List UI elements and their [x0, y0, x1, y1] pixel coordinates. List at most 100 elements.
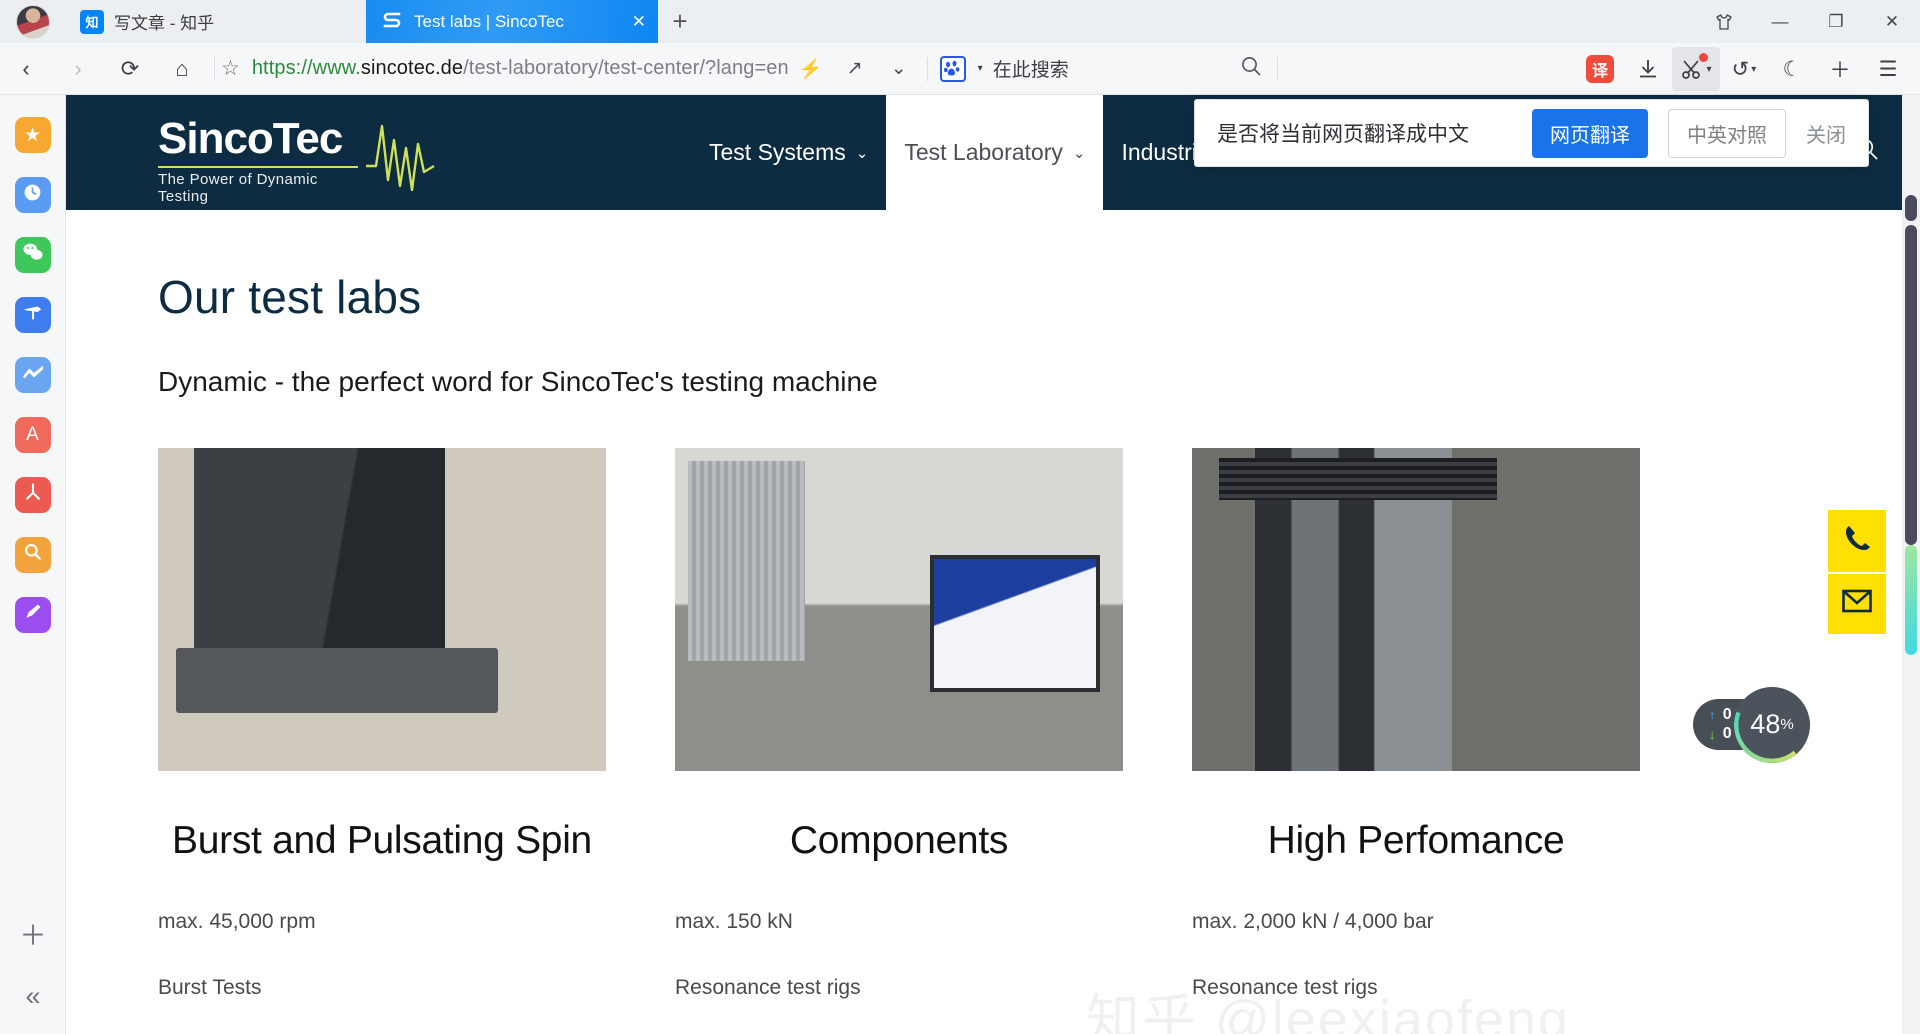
translate-icon: 译	[1586, 55, 1614, 83]
translate-close-button[interactable]: 关闭	[1806, 119, 1846, 148]
web-page: SincoTec The Power of Dynamic Testing Te…	[66, 95, 1920, 1034]
menu-button[interactable]: ☰	[1864, 47, 1912, 91]
network-speed-widget[interactable]: ↑ 0 K/s ↓ 0 K/s 48 %	[1692, 686, 1810, 763]
screenshot-button[interactable]: ▾	[1672, 47, 1720, 91]
zhihu-icon: 知	[80, 9, 104, 34]
card-title: Burst and Pulsating Spin	[172, 819, 592, 862]
add-button[interactable]: ＋	[1816, 47, 1864, 91]
sincotec-logo[interactable]: SincoTec The Power of Dynamic Testing	[158, 114, 435, 205]
sidebar-item-wechat[interactable]	[14, 237, 51, 273]
card-components[interactable]: Components max. 150 kN Resonance test ri…	[675, 448, 1123, 1000]
bilingual-compare-button[interactable]: 中英对照	[1668, 108, 1786, 158]
card-image	[675, 448, 1123, 771]
avatar[interactable]	[16, 4, 50, 39]
sidebar-item-note-editor[interactable]	[14, 597, 51, 633]
translate-button[interactable]: 译	[1576, 47, 1624, 91]
back-button[interactable]: ‹	[0, 43, 52, 95]
phone-button[interactable]	[1828, 510, 1886, 572]
close-icon[interactable]: ✕	[632, 12, 646, 32]
left-sidebar: ★ A ＋ «	[0, 95, 66, 1034]
maximize-button[interactable]: ❐	[1808, 0, 1864, 43]
scrollbar-top-marker[interactable]	[1905, 195, 1917, 221]
card-list-item: Resonance test rigs	[675, 976, 861, 999]
sidebar-item-navigation[interactable]	[14, 297, 51, 333]
page-title: Our test labs	[158, 271, 422, 323]
gauge-value: 48	[1750, 709, 1781, 739]
envelope-icon	[1842, 588, 1872, 620]
chevron-down-icon[interactable]: ▾	[1706, 64, 1711, 75]
sidebar-item-history[interactable]	[14, 177, 51, 213]
forward-button[interactable]: ›	[52, 43, 104, 95]
magnifier-icon	[23, 542, 43, 568]
page-content: Our test labs Dynamic - the perfect word…	[66, 210, 1920, 1000]
chevron-down-icon[interactable]: ▾	[1751, 64, 1756, 75]
translate-page-button[interactable]: 网页翻译	[1532, 108, 1648, 158]
sidebar-item-search-app[interactable]	[14, 537, 51, 573]
scrollbar-accent-thumb[interactable]	[1905, 545, 1917, 655]
chevron-down-icon[interactable]: ⌄	[877, 47, 921, 91]
translate-a-icon: A	[26, 424, 39, 445]
sidebar-item-stocks[interactable]	[14, 357, 51, 393]
scrollbar-thumb[interactable]	[1905, 225, 1917, 545]
card-grid: Burst and Pulsating Spin max. 45,000 rpm…	[158, 448, 1828, 1000]
lightning-icon[interactable]: ⚡	[789, 47, 833, 91]
chevron-down-icon[interactable]: ⌄	[856, 144, 869, 162]
card-burst-and-pulsating-spin[interactable]: Burst and Pulsating Spin max. 45,000 rpm…	[158, 448, 606, 1000]
search-input[interactable]: 在此搜索	[993, 55, 1069, 82]
upload-value: 0	[1722, 706, 1732, 723]
email-button[interactable]	[1828, 572, 1886, 634]
tab-bar: 知 写文章 - 知乎 Test labs | SincoTec ✕ + — ❐ …	[0, 0, 1920, 43]
browser-toolbar: 译 ▾ ↺ ▾ ☾ ＋ ☰	[1576, 43, 1912, 95]
card-image	[158, 448, 606, 771]
sidebar-add-button[interactable]: ＋	[20, 914, 47, 953]
undo-button[interactable]: ↺ ▾	[1720, 47, 1768, 91]
page-scrollbar[interactable]	[1902, 95, 1920, 1034]
nav-item-test-systems[interactable]: Test Systems ⌄	[691, 95, 886, 210]
sidebar-item-translate-app[interactable]: A	[14, 417, 51, 453]
divider	[214, 56, 215, 81]
arrow-up-icon: ↑	[1708, 707, 1716, 723]
nav-item-test-laboratory[interactable]: Test Laboratory ⌄	[886, 95, 1104, 210]
sidebar-bottom: ＋ «	[0, 914, 66, 1034]
clock-icon	[22, 182, 43, 209]
sidebar-collapse-button[interactable]: «	[25, 981, 40, 1012]
share-icon[interactable]: ↗	[833, 47, 877, 91]
reload-button[interactable]: ⟳	[104, 43, 156, 95]
search-box[interactable]: ▾ 在此搜索	[934, 43, 1069, 95]
url-host: sincotec.de	[360, 57, 464, 79]
phone-icon	[1842, 523, 1872, 560]
star-icon: ★	[23, 124, 42, 146]
arrow-down-icon: ↓	[1708, 726, 1716, 742]
tab-title: Test labs | SincoTec	[414, 11, 564, 31]
memory-gauge[interactable]: 48 %	[1734, 686, 1810, 763]
url-path: /test-laboratory/test-center/?lang=en	[463, 57, 789, 79]
card-image	[1192, 448, 1640, 771]
tab-sincotec[interactable]: Test labs | SincoTec ✕	[366, 0, 658, 43]
site-nav: Test Systems ⌄ Test Laboratory ⌄ Industr…	[691, 95, 1239, 210]
dark-mode-button[interactable]: ☾	[1768, 47, 1816, 91]
sidebar-item-pdf-tool[interactable]	[14, 477, 51, 513]
chevron-down-icon[interactable]: ⌄	[1073, 144, 1086, 162]
url-scheme: https://www.	[251, 57, 361, 79]
logo-rule	[158, 166, 358, 168]
home-button[interactable]: ⌂	[156, 43, 208, 95]
tab-zhihu[interactable]: 知 写文章 - 知乎	[66, 0, 366, 43]
sidebar-item-favorites[interactable]: ★	[14, 117, 51, 153]
card-high-perfomance[interactable]: High Perfomance max. 2,000 kN / 4,000 ba…	[1192, 448, 1640, 1000]
new-tab-button[interactable]: +	[658, 0, 702, 43]
search-engine-chevron-icon[interactable]: ▾	[978, 63, 983, 74]
logo-tagline: The Power of Dynamic Testing	[158, 171, 318, 205]
download-button[interactable]	[1624, 47, 1672, 91]
logo-wordmark: SincoTec	[158, 114, 343, 163]
close-window-button[interactable]: ✕	[1864, 0, 1920, 43]
chart-icon	[22, 364, 44, 386]
theme-shirt-icon[interactable]	[1696, 0, 1752, 43]
bookmark-star-icon[interactable]: ☆	[221, 56, 240, 81]
tab-title: 写文章 - 知乎	[114, 14, 215, 33]
baidu-icon[interactable]	[939, 55, 966, 82]
search-submit-icon[interactable]	[1239, 54, 1263, 84]
minimize-button[interactable]: —	[1752, 0, 1808, 43]
profile-avatar-container[interactable]	[0, 0, 66, 43]
url-field[interactable]: ☆ https://www.sincotec.de/test-laborator…	[221, 43, 789, 95]
wechat-icon	[22, 242, 44, 268]
